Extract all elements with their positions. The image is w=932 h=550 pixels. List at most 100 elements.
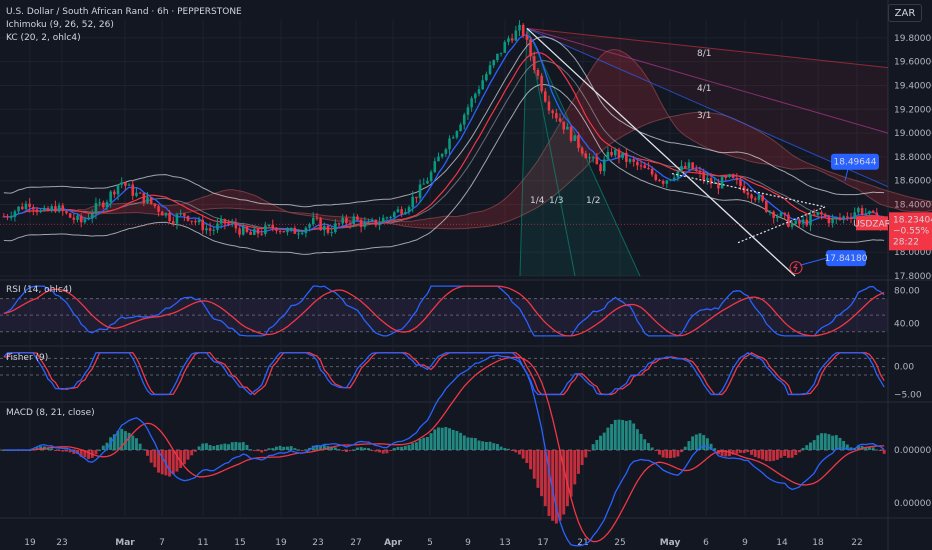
macd-histogram-bar: [378, 450, 382, 453]
candle-body: [278, 230, 282, 232]
candle-body: [429, 172, 433, 181]
macd-histogram-bar: [477, 440, 481, 450]
gann-fan-label-0: 1/4: [530, 196, 545, 206]
candle-body: [124, 182, 127, 186]
macd-histogram-bar: [216, 444, 219, 450]
candle-body: [602, 159, 606, 172]
macd-histogram-bar: [201, 443, 205, 450]
x-tick-15: 15: [234, 538, 245, 548]
x-tick-Apr: Apr: [384, 538, 402, 548]
x-tick-7: 7: [159, 538, 165, 548]
candle-body: [492, 60, 496, 66]
macd-histogram-bar: [775, 450, 779, 460]
candle-body: [32, 207, 35, 210]
candle-body: [197, 219, 201, 223]
candle-body: [422, 183, 426, 185]
macd-histogram-bar: [134, 438, 138, 450]
candle-body: [761, 195, 764, 201]
candle-body: [496, 53, 499, 61]
candle-body: [164, 212, 168, 216]
candle-body: [183, 213, 186, 216]
candle-body: [639, 165, 643, 167]
macd-histogram-bar: [875, 449, 879, 451]
macd-histogram-bar: [418, 439, 422, 450]
macd-histogram-bar: [208, 445, 212, 450]
candle-body: [823, 214, 827, 217]
candle-body: [138, 192, 142, 194]
candle-body: [702, 172, 705, 181]
macd-histogram-bar: [805, 445, 809, 450]
candle-body: [750, 194, 753, 199]
macd-histogram-bar: [599, 435, 603, 450]
macd-histogram-bar: [411, 443, 415, 450]
macd-histogram-bar: [635, 429, 639, 450]
macd-histogram-bar: [403, 445, 407, 450]
candle-body: [39, 210, 42, 213]
candle-body: [418, 184, 422, 199]
macd-histogram-bar: [797, 450, 801, 453]
countdown-label: 28:22: [893, 237, 919, 247]
x-tick-23: 23: [312, 538, 323, 548]
candle-body: [683, 165, 687, 169]
candle-body: [610, 152, 613, 156]
candle-body: [17, 206, 20, 212]
candle-body: [628, 159, 632, 162]
candle-body: [474, 93, 477, 99]
candle-body: [650, 169, 654, 175]
candle-body: [367, 221, 370, 223]
candle-body: [488, 65, 492, 75]
x-tick-27: 27: [350, 538, 361, 548]
price-tick: 18.60000: [894, 177, 932, 187]
candle-body: [282, 231, 286, 233]
candle-body: [304, 227, 308, 234]
candle-body: [9, 216, 13, 218]
macd-histogram-bar: [263, 450, 267, 452]
macd-histogram-bar: [650, 447, 654, 450]
candle-body: [735, 177, 739, 180]
candle-body: [562, 121, 565, 130]
gann-ray-label-1: 4/1: [697, 84, 711, 94]
candle-body: [389, 217, 392, 219]
candle-body: [448, 138, 451, 150]
candle-body: [50, 206, 54, 211]
candle-body: [444, 149, 448, 154]
macd-histogram-bar: [628, 420, 632, 450]
macd-histogram-bar: [801, 447, 805, 450]
macd-histogram-bar: [573, 450, 577, 485]
macd-histogram-bar: [691, 436, 695, 450]
macd-histogram-bar: [484, 441, 488, 450]
candle-body: [617, 149, 621, 158]
currency-button[interactable]: ZAR: [888, 4, 922, 22]
macd-histogram-bar: [333, 447, 337, 450]
candle-body: [698, 170, 702, 173]
candle-body: [779, 212, 783, 217]
macd-tick: 0.00000: [894, 499, 931, 509]
macd-histogram-bar: [470, 437, 474, 450]
candle-body: [529, 39, 532, 57]
macd-histogram-bar: [499, 446, 503, 450]
macd-histogram-bar: [753, 450, 757, 457]
macd-histogram-bar: [591, 444, 595, 450]
candle-body: [57, 205, 61, 212]
kc-title: KC (20, 2, ohlc4): [6, 33, 81, 43]
candle-body: [466, 107, 470, 115]
macd-histogram-bar: [676, 450, 680, 457]
candle-body: [588, 157, 591, 159]
candle-body: [190, 220, 193, 222]
candle-body: [87, 218, 90, 220]
macd-histogram-bar: [588, 450, 591, 452]
macd-histogram-bar: [396, 446, 400, 450]
macd-histogram-bar: [64, 450, 68, 452]
macd-histogram-bar: [455, 430, 459, 450]
candle-body: [61, 205, 65, 212]
macd-histogram-bar: [425, 436, 429, 450]
macd-histogram-bar: [739, 450, 742, 453]
macd-histogram-bar: [385, 450, 389, 454]
candle-body: [728, 174, 731, 177]
macd-histogram-bar: [742, 450, 746, 453]
macd-histogram-bar: [363, 447, 367, 450]
candle-body: [753, 198, 757, 200]
x-tick-5: 5: [427, 538, 433, 548]
candle-body: [695, 169, 698, 171]
candle-body: [311, 217, 315, 225]
